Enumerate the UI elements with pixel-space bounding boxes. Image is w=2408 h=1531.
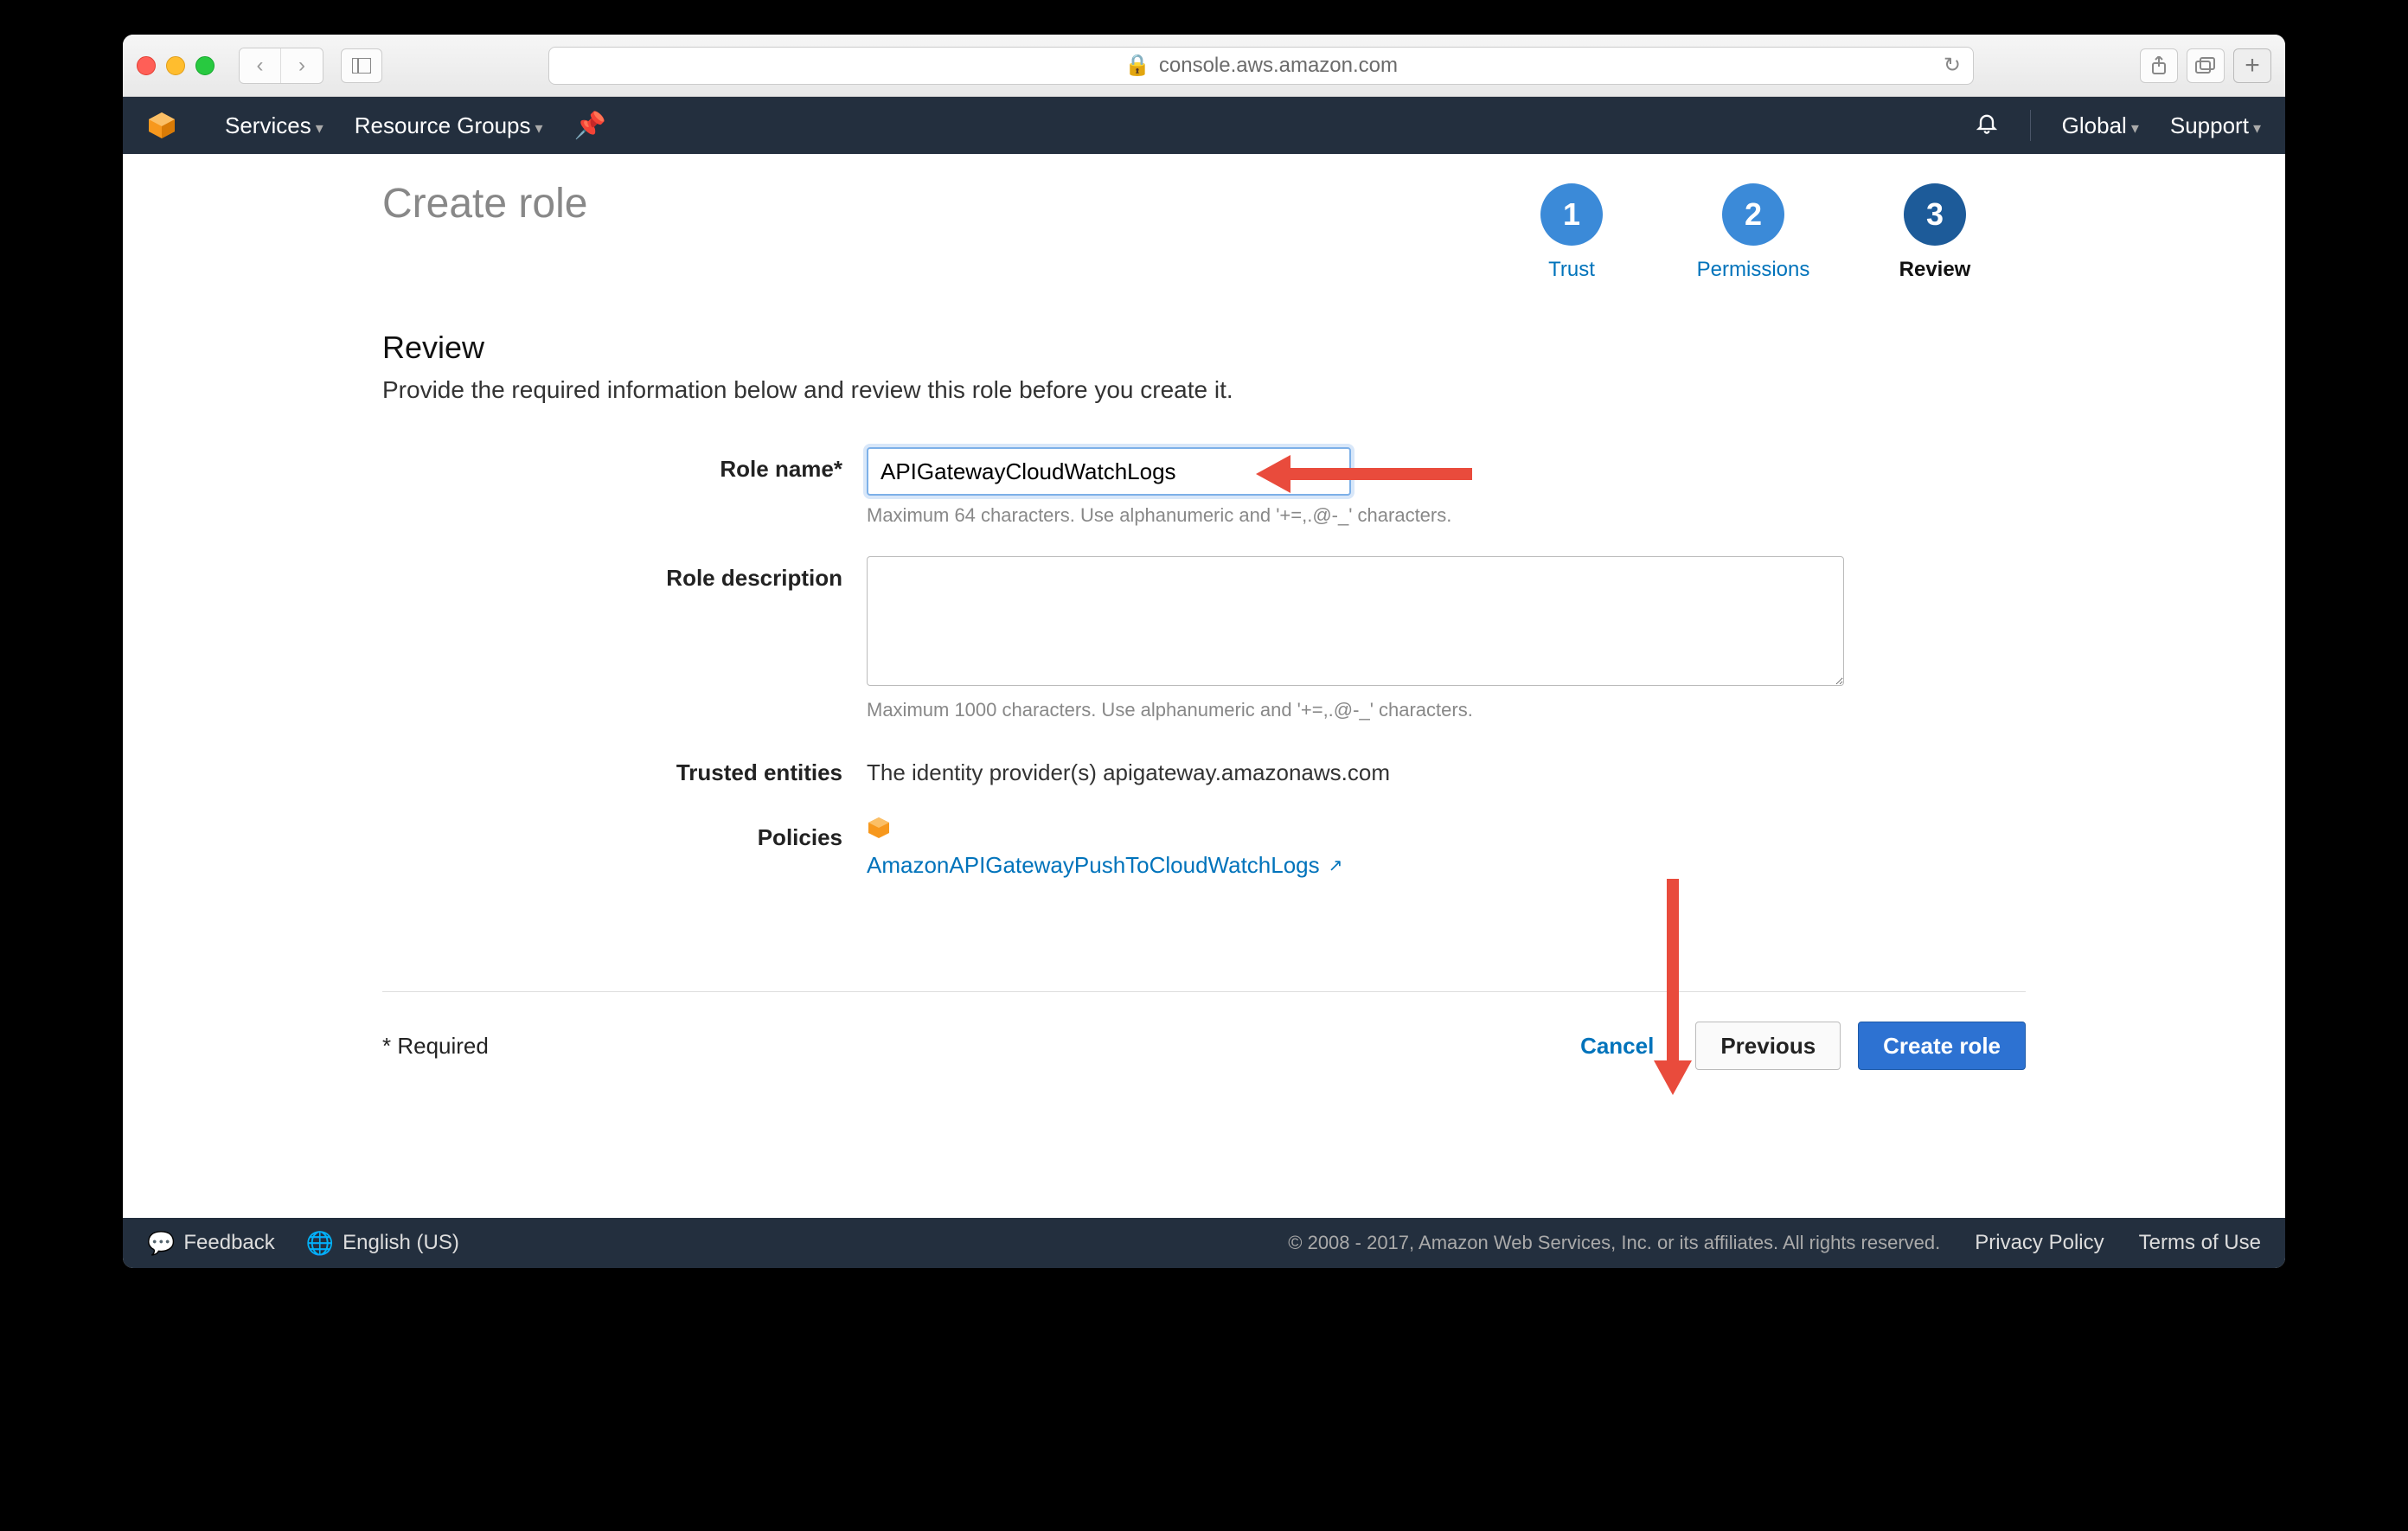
address-url: console.aws.amazon.com: [1159, 54, 1398, 78]
new-tab-button[interactable]: +: [2233, 48, 2271, 83]
aws-logo-icon[interactable]: [147, 111, 176, 140]
policy-link-text: AmazonAPIGatewayPushToCloudWatchLogs: [867, 852, 1320, 879]
feedback-label: Feedback: [183, 1231, 274, 1255]
annotation-arrow-role-name: [1256, 455, 1472, 493]
copyright-text: © 2008 - 2017, Amazon Web Services, Inc.…: [1288, 1232, 1940, 1254]
step-number: 3: [1904, 183, 1966, 246]
nav-button-group: ‹ ›: [239, 48, 323, 84]
role-description-hint: Maximum 1000 characters. Use alphanumeri…: [867, 699, 2026, 721]
trusted-entities-value: The identity provider(s) apigateway.amaz…: [867, 751, 2026, 786]
region-menu[interactable]: Global: [2062, 112, 2139, 139]
role-description-textarea[interactable]: [867, 556, 1844, 686]
aws-footer: 💬 Feedback 🌐 English (US) © 2008 - 2017,…: [123, 1218, 2285, 1268]
sidebar-icon: [352, 58, 371, 74]
support-menu[interactable]: Support: [2170, 112, 2261, 139]
policy-cube-icon: [867, 816, 891, 840]
forward-button[interactable]: ›: [281, 48, 323, 83]
language-selector[interactable]: 🌐 English (US): [306, 1230, 459, 1257]
annotation-arrow-create-role: [1654, 879, 1692, 1095]
required-note: * Required: [382, 1033, 489, 1060]
browser-right-controls: +: [2140, 48, 2271, 83]
terms-of-use-link[interactable]: Terms of Use: [2139, 1231, 2261, 1255]
address-bar[interactable]: 🔒 console.aws.amazon.com ↻: [548, 47, 1974, 85]
share-icon: [2150, 56, 2168, 75]
step-label: Permissions: [1697, 258, 1810, 282]
section-description: Provide the required information below a…: [382, 376, 2026, 404]
notifications-icon[interactable]: [1975, 111, 1999, 141]
trusted-entities-label: Trusted entities: [382, 751, 867, 786]
external-link-icon: ↗: [1329, 855, 1343, 876]
policy-link[interactable]: AmazonAPIGatewayPushToCloudWatchLogs ↗: [867, 852, 2026, 879]
aws-top-nav: Services Resource Groups 📌 Global Suppor…: [123, 97, 2285, 154]
nav-divider: [2030, 110, 2031, 141]
pin-icon[interactable]: 📌: [574, 111, 606, 141]
role-name-hint: Maximum 64 characters. Use alphanumeric …: [867, 504, 2026, 527]
step-label: Review: [1899, 258, 1971, 282]
create-role-button[interactable]: Create role: [1858, 1022, 2026, 1070]
zoom-window-button[interactable]: [195, 56, 215, 75]
chat-icon: 💬: [147, 1230, 175, 1257]
main-content: Create role 1 Trust 2 Permissions 3 Revi…: [123, 154, 2285, 1218]
role-description-label: Role description: [382, 556, 867, 592]
close-window-button[interactable]: [137, 56, 156, 75]
tabs-button[interactable]: [2187, 48, 2225, 83]
step-number: 2: [1722, 183, 1784, 246]
share-button[interactable]: [2140, 48, 2178, 83]
step-number: 1: [1540, 183, 1603, 246]
resource-groups-menu[interactable]: Resource Groups: [355, 112, 543, 139]
lock-icon: 🔒: [1124, 53, 1150, 78]
minimize-window-button[interactable]: [166, 56, 185, 75]
previous-button[interactable]: Previous: [1695, 1022, 1841, 1070]
feedback-link[interactable]: 💬 Feedback: [147, 1230, 275, 1257]
role-name-label: Role name*: [382, 447, 867, 483]
step-trust[interactable]: 1 Trust: [1481, 183, 1662, 282]
form-footer: * Required Cancel Previous Create role: [382, 991, 2026, 1070]
policies-label: Policies: [382, 816, 867, 851]
window-controls: [137, 56, 215, 75]
browser-window: ‹ › 🔒 console.aws.amazon.com ↻ + Serv: [123, 35, 2285, 1268]
page-title: Create role: [382, 180, 587, 227]
browser-chrome: ‹ › 🔒 console.aws.amazon.com ↻ +: [123, 35, 2285, 97]
step-label: Trust: [1548, 258, 1595, 282]
privacy-policy-link[interactable]: Privacy Policy: [1975, 1231, 2104, 1255]
globe-icon: 🌐: [306, 1230, 334, 1257]
step-permissions[interactable]: 2 Permissions: [1662, 183, 1844, 282]
tabs-icon: [2195, 57, 2216, 74]
back-button[interactable]: ‹: [240, 48, 281, 83]
step-indicator: 1 Trust 2 Permissions 3 Review: [1481, 183, 2026, 282]
services-menu[interactable]: Services: [225, 112, 323, 139]
reload-icon[interactable]: ↻: [1944, 53, 1961, 78]
language-label: English (US): [343, 1231, 459, 1255]
review-form: Role name* Maximum 64 characters. Use al…: [382, 447, 2026, 879]
step-review: 3 Review: [1844, 183, 2026, 282]
section-heading: Review: [382, 330, 2026, 366]
sidebar-toggle-button[interactable]: [341, 48, 382, 83]
